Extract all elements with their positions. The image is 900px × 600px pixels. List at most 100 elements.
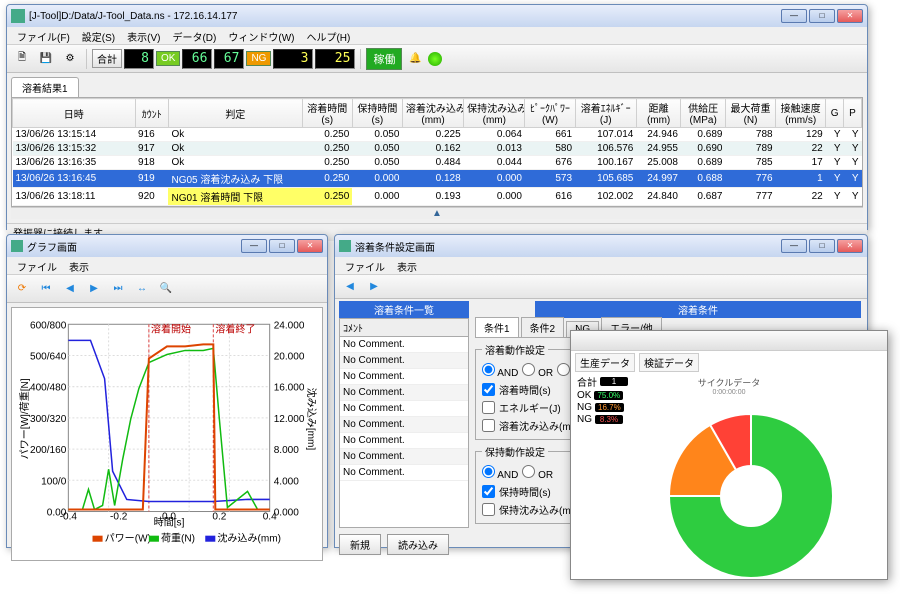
graph-menubar: ファイル表示 — [7, 257, 327, 275]
svg-text:0.2: 0.2 — [212, 512, 226, 523]
run-badge: 稼働 — [366, 48, 402, 70]
svg-text:300/320: 300/320 — [30, 414, 67, 425]
donut-titlebar[interactable] — [571, 331, 887, 351]
lcd-3: 67 — [214, 49, 244, 69]
svg-text:-0.4: -0.4 — [60, 512, 78, 523]
reset-icon[interactable]: ⟳ — [11, 278, 33, 300]
menu-item[interactable]: 設定(S) — [76, 27, 121, 44]
table-row[interactable]: 13/06/26 13:16:35918Ok0.2500.0500.4840.0… — [13, 156, 862, 170]
table-row[interactable]: 13/06/26 13:16:45919NG05 溶着沈み込み 下限0.2500… — [13, 170, 862, 188]
menu-item[interactable]: ウィンドウ(W) — [222, 27, 300, 44]
close-button[interactable]: ✕ — [837, 239, 863, 253]
zoom-icon[interactable]: 🔍 — [155, 278, 177, 300]
next-icon[interactable]: ▶ — [83, 278, 105, 300]
settings-title: 溶着条件設定画面 — [355, 239, 781, 254]
x-label: 時間[s] — [154, 517, 185, 529]
load-button[interactable]: 読み込み — [387, 534, 449, 555]
list-item[interactable]: No Comment. — [340, 433, 468, 449]
graph-toolbar: ⟳ ⏮ ◀ ▶ ⏭ ↔ 🔍 — [7, 275, 327, 303]
prev-icon[interactable]: ◀ — [339, 276, 361, 298]
donut-window: 生産データ検証データ 合計1OK75.0%NG16.7%NG8.3% サイクルデ… — [570, 330, 888, 580]
graph-title: グラフ画面 — [27, 239, 241, 254]
menu-item[interactable]: ファイル — [11, 257, 63, 274]
next-icon[interactable]: ▶ — [363, 276, 385, 298]
table-row[interactable]: 13/06/26 13:15:32917Ok0.2500.0500.1620.0… — [13, 142, 862, 156]
svg-text:荷重(N): 荷重(N) — [161, 532, 195, 545]
svg-text:16.000: 16.000 — [274, 383, 305, 394]
main-menubar: ファイル(F)設定(S)表示(V)データ(D)ウィンドウ(W)ヘルプ(H) — [7, 27, 867, 45]
close-button[interactable]: ✕ — [837, 9, 863, 23]
last-icon[interactable]: ⏭ — [107, 278, 129, 300]
tab[interactable]: 条件2 — [521, 317, 565, 337]
list-item[interactable]: No Comment. — [340, 449, 468, 465]
main-toolbar: 🗎 💾 ⚙ 合計 8 OK 66 67 NG 3 25 稼働 🔔 — [7, 45, 867, 73]
list-item[interactable]: No Comment. — [340, 385, 468, 401]
tab[interactable]: 生産データ — [575, 353, 635, 372]
radio-option[interactable]: OR — [522, 363, 553, 379]
list-item[interactable]: No Comment. — [340, 337, 468, 353]
minimize-button[interactable]: — — [781, 239, 807, 253]
prev-icon[interactable]: ◀ — [59, 278, 81, 300]
svg-text:沈み込み(mm): 沈み込み(mm) — [217, 532, 281, 545]
first-icon[interactable]: ⏮ — [35, 278, 57, 300]
result-grid: 日時ｶｳﾝﾄ判定溶着時間(s)保持時間(s)溶着沈み込み(mm)保持沈み込み(m… — [11, 97, 863, 207]
comment-list[interactable]: No Comment.No Comment.No Comment.No Comm… — [339, 336, 469, 528]
minimize-button[interactable]: — — [781, 9, 807, 23]
checkbox[interactable] — [482, 485, 495, 498]
tab[interactable]: 条件1 — [475, 317, 519, 337]
maximize-button[interactable]: □ — [269, 239, 295, 253]
app-icon — [11, 9, 25, 23]
table-row[interactable]: 13/06/26 13:15:14916Ok0.2500.0500.2250.0… — [13, 128, 862, 142]
checkbox[interactable] — [482, 419, 495, 432]
menu-item[interactable]: ファイル — [339, 257, 391, 274]
settings-icon[interactable]: ⚙ — [59, 48, 81, 70]
radio-option[interactable]: AND — [482, 363, 518, 379]
maximize-button[interactable]: □ — [809, 9, 835, 23]
checkbox[interactable] — [482, 401, 495, 414]
lcd-2: 66 — [182, 49, 212, 69]
graph-window: グラフ画面 —□✕ ファイル表示 ⟳ ⏮ ◀ ▶ ⏭ ↔ 🔍 — [6, 234, 328, 548]
list-item[interactable]: No Comment. — [340, 353, 468, 369]
svg-text:溶着終了: 溶着終了 — [215, 322, 255, 335]
svg-text:パワー(W): パワー(W) — [105, 533, 151, 545]
save-icon[interactable]: 💾 — [35, 48, 57, 70]
checkbox[interactable] — [482, 383, 495, 396]
result-tab[interactable]: 溶着結果1 — [11, 77, 79, 97]
radio-option[interactable]: AND — [482, 465, 518, 481]
table-row[interactable]: 13/06/26 13:18:11920NG01 溶着時間 下限0.2500.0… — [13, 188, 862, 206]
main-titlebar[interactable]: [J-Tool]D:/Data/J-Tool_Data.ns - 172.16.… — [7, 5, 867, 27]
y-left-label: パワー[W]/荷重[N] — [18, 378, 31, 459]
svg-text:400/480: 400/480 — [30, 383, 67, 394]
comment-header: ｺﾒﾝﾄ — [339, 318, 469, 336]
list-item[interactable]: No Comment. — [340, 401, 468, 417]
checkbox[interactable] — [482, 503, 495, 516]
chart-area: 600/800500/640400/480300/320200/160100/0… — [11, 307, 323, 561]
radio-option[interactable]: OR — [522, 465, 553, 481]
minimize-button[interactable]: — — [241, 239, 267, 253]
new-button[interactable]: 新規 — [339, 534, 381, 555]
svg-text:500/640: 500/640 — [30, 352, 67, 363]
svg-text:4.000: 4.000 — [274, 476, 300, 487]
menu-item[interactable]: 表示(V) — [121, 27, 166, 44]
svg-text:200/160: 200/160 — [30, 445, 67, 456]
maximize-button[interactable]: □ — [809, 239, 835, 253]
collapse-handle[interactable]: ▲ — [11, 207, 863, 219]
menu-item[interactable]: データ(D) — [166, 27, 222, 44]
tab[interactable]: 検証データ — [639, 353, 699, 372]
bell-icon[interactable]: 🔔 — [404, 48, 426, 70]
new-icon[interactable]: 🗎 — [11, 48, 33, 70]
ok-badge: OK — [156, 51, 180, 66]
svg-text:12.000: 12.000 — [274, 414, 305, 425]
list-item[interactable]: No Comment. — [340, 465, 468, 481]
menu-item[interactable]: ファイル(F) — [11, 27, 76, 44]
main-title: [J-Tool]D:/Data/J-Tool_Data.ns - 172.16.… — [29, 11, 781, 22]
cycle-icon[interactable]: ↔ — [131, 278, 153, 300]
close-button[interactable]: ✕ — [297, 239, 323, 253]
menu-item[interactable]: 表示 — [63, 257, 95, 274]
menu-item[interactable]: ヘルプ(H) — [300, 27, 356, 44]
menu-item[interactable]: 表示 — [391, 257, 423, 274]
svg-text:溶着開始: 溶着開始 — [151, 322, 191, 335]
list-item[interactable]: No Comment. — [340, 417, 468, 433]
total-button[interactable]: 合計 — [92, 49, 122, 68]
list-item[interactable]: No Comment. — [340, 369, 468, 385]
